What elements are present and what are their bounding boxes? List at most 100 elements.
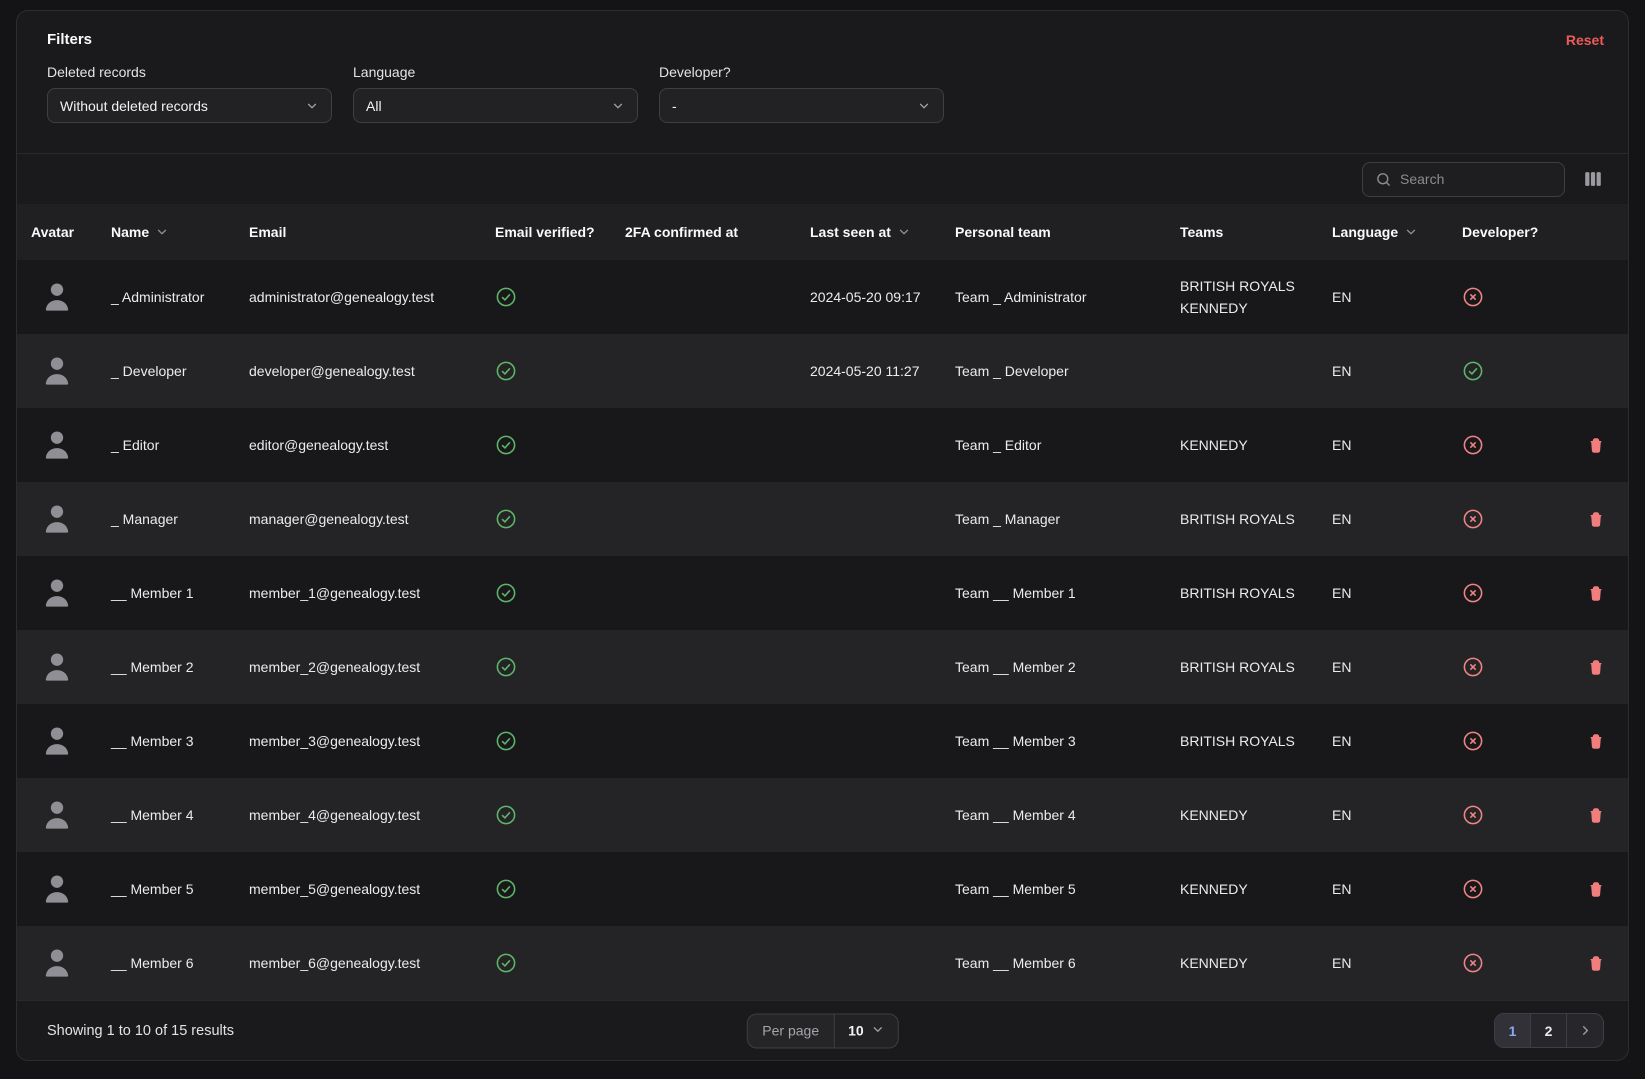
table-toolbar: [17, 154, 1628, 204]
pagination-next-button[interactable]: [1567, 1014, 1603, 1047]
column-header-avatar: Avatar: [31, 224, 111, 240]
delete-button[interactable]: [1588, 658, 1604, 676]
teams-cell: KENNEDY: [1180, 436, 1332, 455]
user-avatar-icon: [37, 424, 111, 466]
check-circle-icon: [495, 804, 625, 826]
row-actions-cell: [1572, 510, 1604, 528]
filter-select-deleted-records[interactable]: Without deleted records: [47, 88, 332, 123]
team-name: BRITISH ROYALS: [1180, 277, 1332, 296]
search-input[interactable]: [1400, 171, 1552, 187]
sort-chevron-icon: [897, 225, 911, 239]
column-header-label: Teams: [1180, 224, 1223, 240]
avatar-cell: [31, 868, 111, 910]
sort-chevron-icon: [1404, 225, 1418, 239]
search-box[interactable]: [1362, 162, 1565, 197]
delete-button[interactable]: [1588, 880, 1604, 898]
table-row[interactable]: __ Member 2member_2@genealogy.testTeam _…: [17, 630, 1628, 704]
row-actions-cell: [1572, 584, 1604, 602]
personal-team: Team __ Member 3: [955, 733, 1180, 749]
filter-label: Deleted records: [47, 64, 332, 80]
user-name: __ Member 2: [111, 659, 249, 675]
delete-button[interactable]: [1588, 510, 1604, 528]
per-page-label: Per page: [747, 1014, 835, 1047]
developer-status-cell: [1462, 878, 1572, 900]
developer-status-cell: [1462, 952, 1572, 974]
language-cell: EN: [1332, 585, 1462, 601]
column-toggle-button[interactable]: [1582, 168, 1604, 190]
user-email: developer@genealogy.test: [249, 363, 495, 379]
trash-icon: [1588, 585, 1604, 602]
column-header-label: Personal team: [955, 224, 1051, 240]
filters-reset-button[interactable]: Reset: [1566, 32, 1604, 48]
x-circle-icon: [1462, 656, 1572, 678]
chevron-down-icon: [871, 1022, 885, 1039]
user-avatar-icon: [37, 276, 111, 318]
delete-button[interactable]: [1588, 732, 1604, 750]
user-avatar-icon: [37, 646, 111, 688]
developer-status-cell: [1462, 286, 1572, 308]
user-email: member_1@genealogy.test: [249, 585, 495, 601]
email-verified-cell: [495, 360, 625, 382]
teams-cell: BRITISH ROYALS: [1180, 510, 1332, 529]
table-row[interactable]: _ Editoreditor@genealogy.testTeam _ Edit…: [17, 408, 1628, 482]
results-summary: Showing 1 to 10 of 15 results: [47, 1023, 234, 1039]
pagination-page-1[interactable]: 1: [1495, 1014, 1531, 1047]
x-circle-icon: [1462, 878, 1572, 900]
table-row[interactable]: __ Member 6member_6@genealogy.testTeam _…: [17, 926, 1628, 1000]
delete-button[interactable]: [1588, 954, 1604, 972]
table-row[interactable]: _ Managermanager@genealogy.testTeam _ Ma…: [17, 482, 1628, 556]
language-cell: EN: [1332, 363, 1462, 379]
x-circle-icon: [1462, 582, 1572, 604]
users-table-card: Filters Reset Deleted records Without del…: [16, 10, 1629, 1061]
column-header-name[interactable]: Name: [111, 224, 249, 240]
team-name: BRITISH ROYALS: [1180, 658, 1332, 677]
delete-button[interactable]: [1588, 584, 1604, 602]
table-row[interactable]: __ Member 1member_1@genealogy.testTeam _…: [17, 556, 1628, 630]
avatar-cell: [31, 498, 111, 540]
filter-label: Developer?: [659, 64, 944, 80]
email-verified-cell: [495, 508, 625, 530]
filter-select-developer[interactable]: -: [659, 88, 944, 123]
language-cell: EN: [1332, 881, 1462, 897]
developer-status-cell: [1462, 730, 1572, 752]
column-header-label: Email: [249, 224, 286, 240]
per-page-select[interactable]: 10: [835, 1014, 898, 1047]
teams-cell: BRITISH ROYALSKENNEDY: [1180, 277, 1332, 318]
personal-team: Team __ Member 4: [955, 807, 1180, 823]
table-footer: Showing 1 to 10 of 15 results Per page 1…: [17, 1000, 1628, 1060]
table-row[interactable]: __ Member 4member_4@genealogy.testTeam _…: [17, 778, 1628, 852]
table-row[interactable]: __ Member 3member_3@genealogy.testTeam _…: [17, 704, 1628, 778]
table-header-row: AvatarNameEmailEmail verified?2FA confir…: [17, 204, 1628, 260]
user-email: editor@genealogy.test: [249, 437, 495, 453]
check-circle-icon: [495, 360, 625, 382]
pagination-page-2[interactable]: 2: [1531, 1014, 1567, 1047]
language-cell: EN: [1332, 289, 1462, 305]
developer-status-cell: [1462, 656, 1572, 678]
email-verified-cell: [495, 804, 625, 826]
check-circle-icon: [495, 952, 625, 974]
language-cell: EN: [1332, 437, 1462, 453]
table-row[interactable]: __ Member 5member_5@genealogy.testTeam _…: [17, 852, 1628, 926]
delete-button[interactable]: [1588, 436, 1604, 454]
table-row[interactable]: _ Administratoradministrator@genealogy.t…: [17, 260, 1628, 334]
trash-icon: [1588, 807, 1604, 824]
filter-label: Language: [353, 64, 638, 80]
user-email: member_4@genealogy.test: [249, 807, 495, 823]
column-header-label: Developer?: [1462, 224, 1538, 240]
table-row[interactable]: _ Developerdeveloper@genealogy.test2024-…: [17, 334, 1628, 408]
user-avatar-icon: [37, 350, 111, 392]
language-cell: EN: [1332, 511, 1462, 527]
user-avatar-icon: [37, 942, 111, 984]
filter-select-value: -: [672, 98, 677, 114]
user-name: _ Developer: [111, 363, 249, 379]
filters-title: Filters: [47, 31, 92, 48]
chevron-down-icon: [917, 99, 931, 113]
delete-button[interactable]: [1588, 806, 1604, 824]
avatar-cell: [31, 942, 111, 984]
personal-team: Team __ Member 5: [955, 881, 1180, 897]
check-circle-icon: [1462, 360, 1572, 382]
column-header-last-seen-at[interactable]: Last seen at: [810, 224, 955, 240]
column-header-language[interactable]: Language: [1332, 224, 1462, 240]
filter-select-language[interactable]: All: [353, 88, 638, 123]
teams-cell: KENNEDY: [1180, 806, 1332, 825]
